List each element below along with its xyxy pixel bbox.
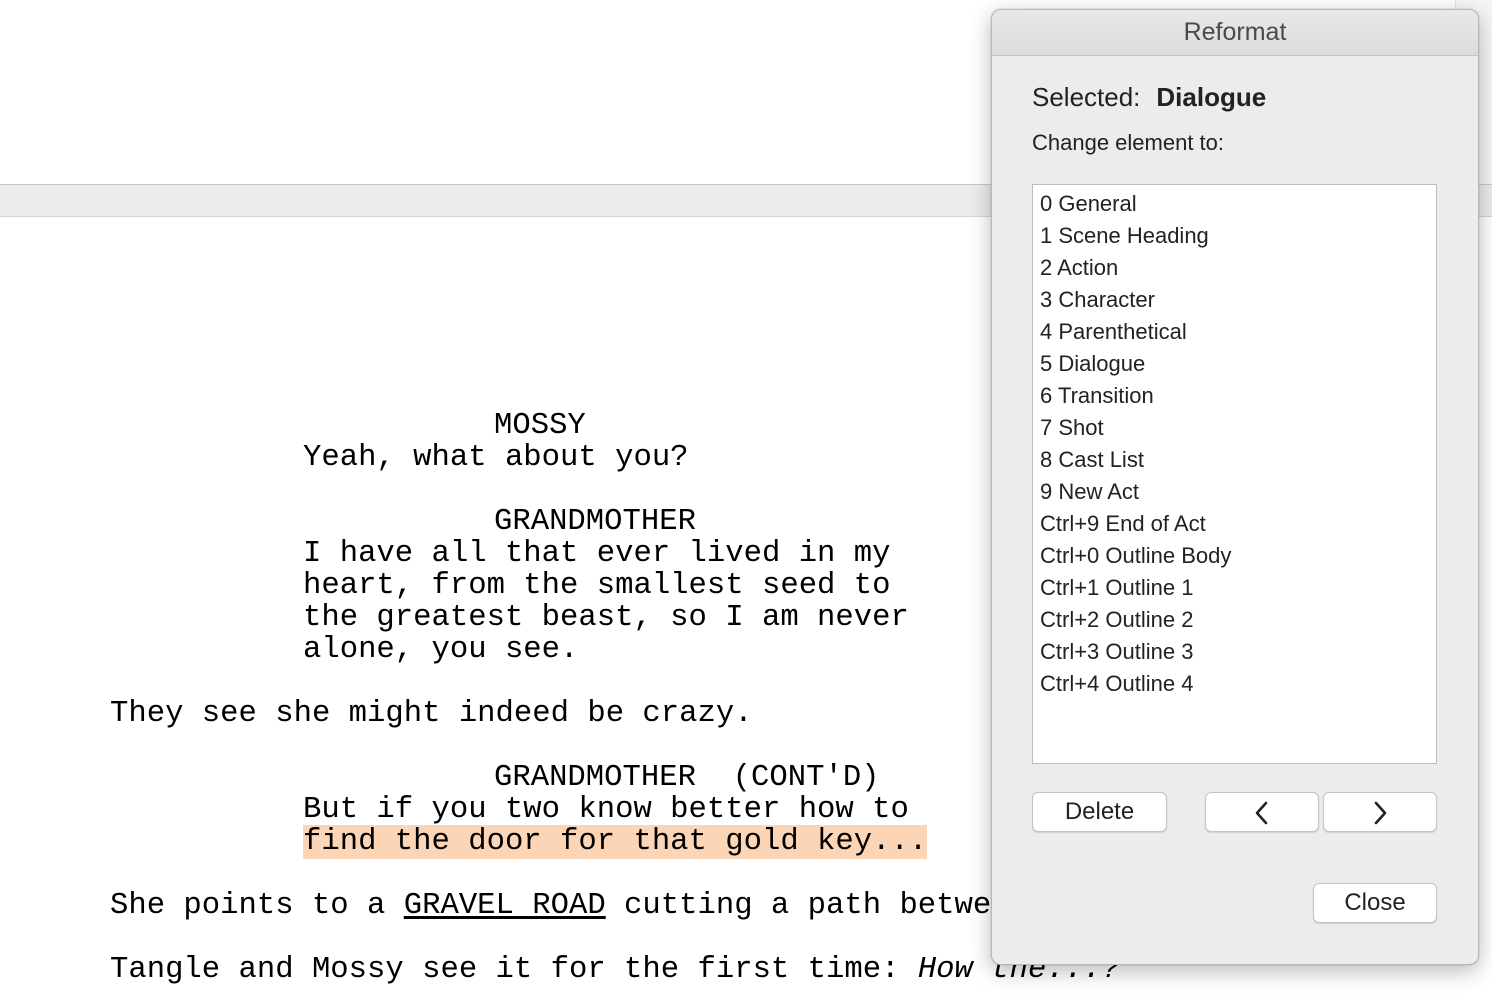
underlined-location: GRAVEL ROAD (403, 889, 606, 923)
character-name-grandmother[interactable]: GRANDMOTHER (494, 506, 696, 538)
dialogue-line[interactable]: the greatest beast, so I am never (303, 602, 909, 634)
list-item[interactable]: 7 Shot (1033, 412, 1436, 444)
list-item[interactable]: 6 Transition (1033, 380, 1436, 412)
reformat-panel: Reformat Selected: Dialogue Change elemen… (991, 9, 1479, 965)
dialogue-line[interactable]: Yeah, what about you? (303, 442, 689, 474)
previous-button[interactable] (1205, 792, 1319, 832)
character-name-grandmother-contd[interactable]: GRANDMOTHER (CONT'D) (494, 762, 880, 794)
list-item[interactable]: Ctrl+4 Outline 4 (1033, 668, 1436, 700)
next-button[interactable] (1323, 792, 1437, 832)
list-item[interactable]: 3 Character (1033, 284, 1436, 316)
selected-row: Selected: Dialogue (1032, 82, 1266, 113)
list-item[interactable]: Ctrl+2 Outline 2 (1033, 604, 1436, 636)
list-item[interactable]: Ctrl+3 Outline 3 (1033, 636, 1436, 668)
chevron-right-icon (1374, 801, 1387, 824)
list-item[interactable]: 4 Parenthetical (1033, 316, 1436, 348)
selected-label: Selected: (1032, 82, 1141, 112)
selected-value: Dialogue (1156, 82, 1267, 112)
character-name-mossy[interactable]: MOSSY (494, 410, 586, 442)
selection-highlight: find the door for that gold key... (303, 825, 928, 859)
list-item[interactable]: Ctrl+9 End of Act (1033, 508, 1436, 540)
list-item[interactable]: 5 Dialogue (1033, 348, 1436, 380)
list-item[interactable]: 9 New Act (1033, 476, 1436, 508)
chevron-left-icon (1255, 801, 1268, 824)
action-text: She points to a (110, 889, 404, 923)
dialogue-line[interactable]: I have all that ever lived in my (303, 538, 891, 570)
list-item[interactable]: Ctrl+1 Outline 1 (1033, 572, 1436, 604)
dialogue-line-selected[interactable]: find the door for that gold key... (303, 825, 928, 859)
action-text: cutting a path betwe (605, 889, 992, 923)
dialogue-line[interactable]: heart, from the smallest seed to (303, 570, 891, 602)
list-item[interactable]: 1 Scene Heading (1033, 220, 1436, 252)
change-element-label: Change element to: (1032, 130, 1225, 155)
dialogue-line[interactable]: alone, you see. (303, 634, 578, 666)
list-item[interactable]: 0 General (1033, 188, 1436, 220)
action-line[interactable]: Tangle and Mossy see it for the first ti… (110, 954, 1120, 986)
delete-button[interactable]: Delete (1032, 792, 1167, 832)
action-text: Tangle and Mossy see it for the first ti… (110, 953, 918, 987)
action-line[interactable]: She points to a GRAVEL ROAD cutting a pa… (110, 890, 991, 922)
list-item[interactable]: 8 Cast List (1033, 444, 1436, 476)
action-line[interactable]: They see she might indeed be crazy. (110, 698, 753, 730)
list-item[interactable]: 2 Action (1033, 252, 1436, 284)
element-type-list[interactable]: 0 General 1 Scene Heading 2 Action 3 Cha… (1032, 184, 1437, 764)
dialogue-line[interactable]: But if you two know better how to (303, 794, 909, 826)
close-button[interactable]: Close (1313, 883, 1437, 923)
list-item[interactable]: Ctrl+0 Outline Body (1033, 540, 1436, 572)
panel-title[interactable]: Reformat (992, 10, 1478, 56)
